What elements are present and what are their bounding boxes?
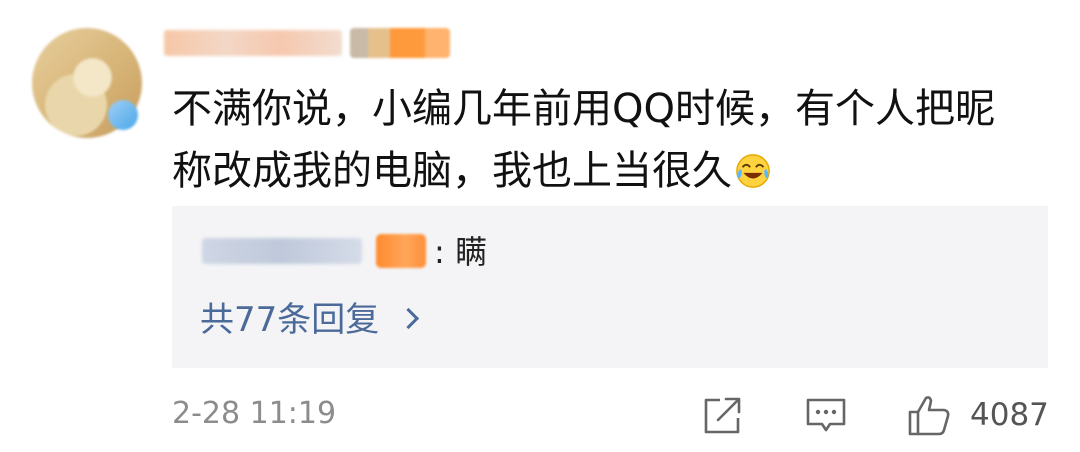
like-count: 4087 xyxy=(970,397,1049,433)
more-replies-label: 共77条回复 xyxy=(200,300,380,340)
share-icon xyxy=(704,397,741,434)
comment-button[interactable] xyxy=(804,394,848,436)
comment-icon xyxy=(806,398,846,432)
verified-badge-icon xyxy=(108,100,138,130)
thumbs-up-icon xyxy=(908,396,950,436)
more-replies-link[interactable]: 共77条回复 xyxy=(200,300,420,340)
like-button[interactable]: 4087 xyxy=(906,394,1056,436)
comment-text: 不满你说，小编几年前用QQ时候，有个人把昵 称改成我的电脑，我也上当很久 xyxy=(172,78,1052,202)
share-button[interactable] xyxy=(700,394,744,436)
reply-user-badge xyxy=(376,234,426,268)
reply-text: : 瞒 xyxy=(434,233,487,271)
chevron-right-icon xyxy=(398,307,420,330)
comment-text-line-1: 不满你说，小编几年前用QQ时候，有个人把昵 xyxy=(172,86,995,132)
laugh-cry-emoji-icon xyxy=(736,154,770,188)
user-level-badge xyxy=(350,28,450,58)
comment-text-line-2: 称改成我的电脑，我也上当很久 xyxy=(172,148,732,194)
reply-preview-box[interactable]: : 瞒 共77条回复 xyxy=(172,206,1048,368)
username-blurred[interactable] xyxy=(164,30,342,56)
timestamp: 2-28 11:19 xyxy=(172,396,337,431)
reply-username-blurred[interactable] xyxy=(202,238,362,264)
